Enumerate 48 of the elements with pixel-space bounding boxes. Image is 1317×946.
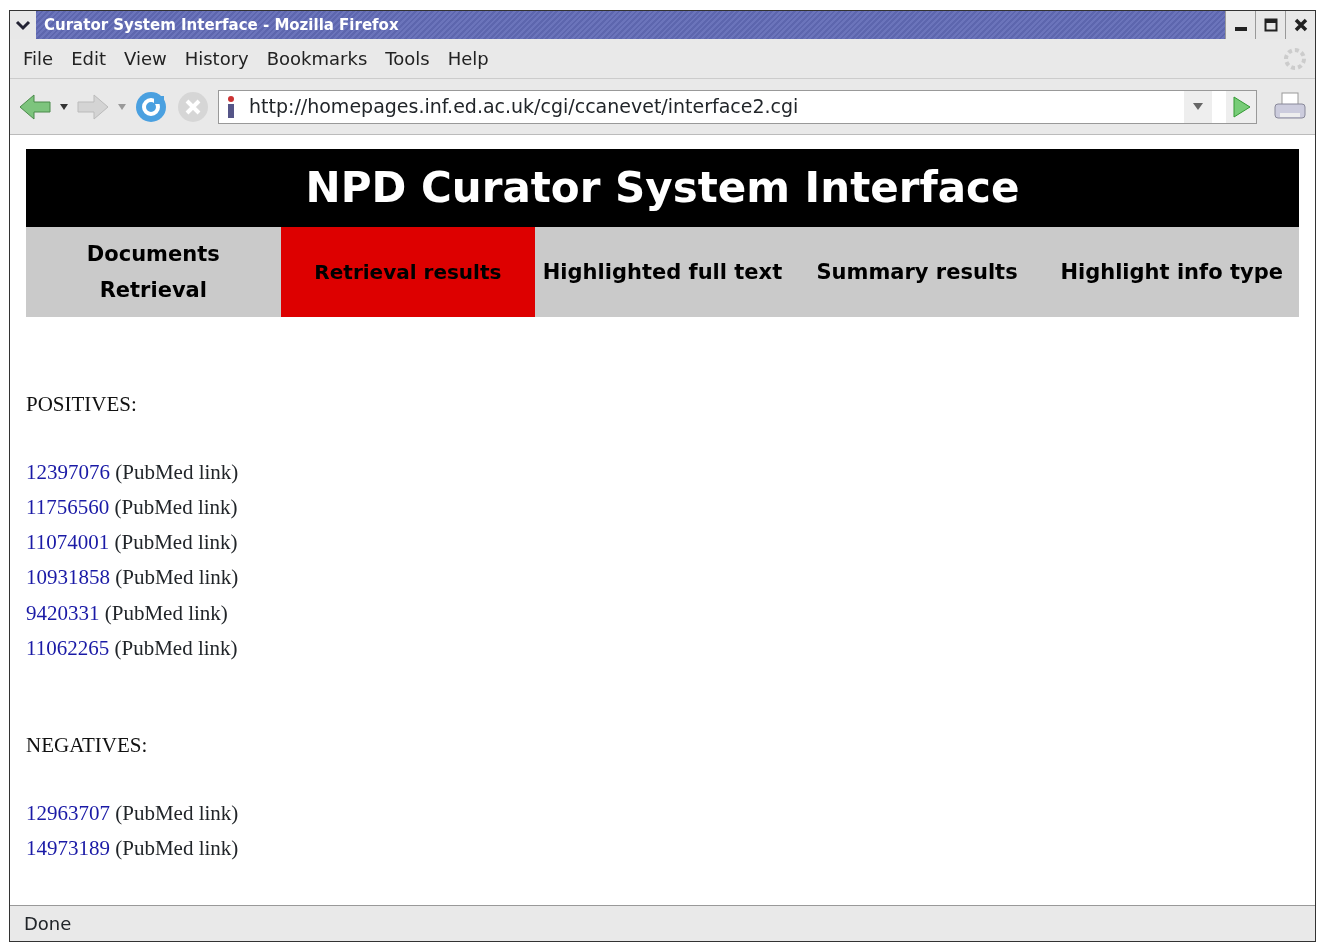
address-field[interactable]: http://homepages.inf.ed.ac.uk/cgi/ccanevet/interface2.cgi (218, 89, 1257, 124)
pubmed-id-link[interactable]: 14973189 (26, 836, 110, 861)
link-note: (PubMed link) (115, 565, 239, 590)
pubmed-id-link[interactable]: 10931858 (26, 565, 110, 590)
chevron-down-icon (15, 19, 31, 31)
menu-item[interactable]: View (119, 43, 172, 74)
close-icon (1293, 18, 1308, 32)
pubmed-id-link[interactable]: 11756560 (26, 494, 110, 519)
info-icon (227, 95, 235, 118)
menu-item[interactable]: Bookmarks (261, 43, 373, 74)
throbber-icon (1283, 46, 1307, 71)
link-note: (PubMed link) (114, 636, 238, 660)
minimize-icon (1234, 27, 1247, 31)
link-note: (PubMed link) (115, 459, 239, 484)
maximize-button[interactable] (1255, 11, 1285, 39)
nav-tab[interactable]: Documents Retrieval (26, 227, 281, 317)
pubmed-id-link[interactable]: 11062265 (26, 636, 110, 660)
nav-tab[interactable]: Retrieval results (280, 227, 536, 317)
minimize-button[interactable] (1225, 11, 1255, 39)
dropdown-arrow-icon[interactable] (60, 103, 68, 110)
status-text: Done (10, 905, 1315, 941)
section-label: NEGATIVES: (26, 732, 149, 760)
menu-item[interactable]: Edit (66, 43, 111, 74)
menu-item[interactable]: Help (442, 43, 494, 74)
section-label: POSITIVES: (26, 391, 138, 418)
pubmed-id-link[interactable]: 9420331 (26, 600, 100, 625)
maximize-icon (1263, 18, 1278, 32)
link-note: (PubMed link) (104, 600, 228, 625)
pubmed-id-link[interactable]: 11074001 (26, 530, 110, 555)
menu-item[interactable]: Tools (380, 43, 435, 74)
link-note: (PubMed link) (114, 530, 238, 555)
link-note: (PubMed link) (115, 800, 239, 825)
reload-icon[interactable] (134, 89, 168, 124)
menu-item[interactable]: History (179, 43, 254, 74)
pubmed-id-link[interactable]: 12397076 (26, 459, 110, 484)
stop-icon[interactable] (176, 89, 210, 124)
back-arrow-icon[interactable] (18, 91, 52, 122)
window-title: Curator System Interface - Mozilla Firefox (44, 14, 400, 36)
pubmed-id-link[interactable]: 12963707 (26, 800, 110, 825)
nav-tab[interactable]: Summary results (789, 227, 1045, 317)
nav-tab[interactable]: Highlight info type (1044, 227, 1299, 317)
link-note: (PubMed link) (114, 494, 238, 519)
window-menu-button[interactable] (10, 11, 36, 39)
menu-item[interactable]: File (18, 43, 59, 74)
close-button[interactable] (1285, 11, 1315, 39)
link-note: (PubMed link) (115, 836, 239, 861)
page-heading: NPD Curator System Interface (26, 149, 1299, 227)
nav-tab[interactable]: Highlighted full text (535, 227, 790, 317)
